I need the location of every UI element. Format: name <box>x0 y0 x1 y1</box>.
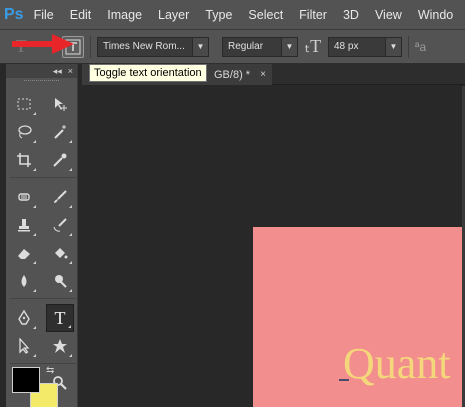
separator <box>408 35 409 58</box>
menu-layer[interactable]: Layer <box>158 8 189 22</box>
chevron-down-icon: ▼ <box>281 37 297 56</box>
swap-colors-icon[interactable]: ⇆ <box>46 365 54 376</box>
clone-stamp-icon[interactable] <box>10 211 38 239</box>
collapse-icon[interactable]: ◂◂ <box>53 66 62 76</box>
font-family-value: Times New Rom... <box>103 41 185 52</box>
antialias-icon[interactable]: ªa <box>415 40 426 54</box>
menu-edit[interactable]: Edit <box>70 8 92 22</box>
path-selection-icon[interactable] <box>10 332 38 360</box>
menu-view[interactable]: View <box>375 8 402 22</box>
close-icon[interactable]: × <box>68 66 73 76</box>
menu-filter[interactable]: Filter <box>299 8 327 22</box>
brush-tool-icon[interactable] <box>46 183 74 211</box>
dodge-tool-icon[interactable] <box>46 267 74 295</box>
text-baseline-cursor <box>339 377 349 381</box>
font-style-select[interactable]: Regular ▼ <box>222 36 298 57</box>
ps-logo: Ps <box>4 5 24 23</box>
menu-select[interactable]: Select <box>248 8 283 22</box>
chevron-down-icon: ▼ <box>385 37 401 56</box>
crop-tool-icon[interactable] <box>10 146 38 174</box>
menu-type[interactable]: Type <box>205 8 232 22</box>
canvas-area[interactable]: Quant <box>82 86 465 407</box>
photoshop-window: Ps File Edit Image Layer Type Select Fil… <box>0 0 465 407</box>
blur-tool-icon[interactable] <box>10 267 38 295</box>
red-arrow-annotation <box>12 34 74 54</box>
canvas-text-layer[interactable]: Quant <box>343 339 451 389</box>
separator <box>90 35 91 58</box>
move-tool-icon[interactable] <box>46 90 74 118</box>
menu-file[interactable]: File <box>34 8 54 22</box>
document-tab-label: GB/8) * <box>214 68 251 81</box>
font-size-value: 48 px <box>334 41 359 52</box>
close-icon[interactable]: × <box>260 69 266 80</box>
eraser-tool-icon[interactable] <box>10 239 38 267</box>
menu-window[interactable]: Windo <box>418 8 453 22</box>
lasso-tool-icon[interactable] <box>10 118 38 146</box>
font-size-icon: ₜT <box>304 36 322 56</box>
menu-image[interactable]: Image <box>107 8 142 22</box>
type-tool-icon[interactable]: T <box>46 304 74 332</box>
font-style-value: Regular <box>228 41 264 52</box>
tool-grid: T <box>6 90 78 397</box>
foreground-color-swatch[interactable] <box>12 367 40 393</box>
custom-shape-icon[interactable] <box>46 332 74 360</box>
menu-3d[interactable]: 3D <box>343 8 359 22</box>
toolbox-header: ◂◂ × <box>6 64 77 78</box>
eyedropper-icon[interactable] <box>46 146 74 174</box>
toolbox: ◂◂ × T <box>6 64 78 407</box>
marquee-tool-icon[interactable] <box>10 90 38 118</box>
tooltip: Toggle text orientation <box>89 64 207 82</box>
document-canvas[interactable]: Quant <box>253 227 465 407</box>
font-size-select[interactable]: 48 px ▼ <box>328 36 402 57</box>
pen-tool-icon[interactable] <box>10 304 38 332</box>
toolbox-grip[interactable] <box>24 80 59 88</box>
font-family-select[interactable]: Times New Rom... ▼ <box>97 36 209 57</box>
paint-bucket-icon[interactable] <box>46 239 74 267</box>
menu-bar: Ps File Edit Image Layer Type Select Fil… <box>0 0 465 30</box>
chevron-down-icon: ▼ <box>192 37 208 56</box>
magic-wand-icon[interactable] <box>46 118 74 146</box>
healing-brush-icon[interactable] <box>10 183 38 211</box>
history-brush-icon[interactable] <box>46 211 74 239</box>
